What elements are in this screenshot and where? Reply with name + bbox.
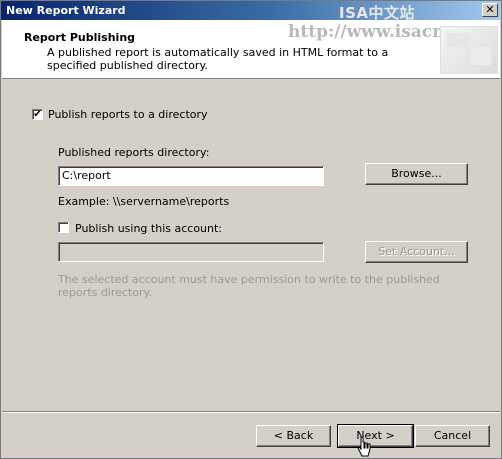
wizard-graphic-icon	[440, 26, 498, 74]
cancel-button[interactable]: Cancel	[415, 425, 490, 447]
checkmark-icon: ✔	[33, 109, 42, 120]
page-description: A published report is automatically save…	[47, 46, 389, 72]
account-note: The selected account must have permissio…	[58, 273, 440, 299]
publish-account-checkbox[interactable]	[58, 222, 69, 233]
wizard-header: http://www.isacn.org Report Publishing A…	[2, 20, 500, 79]
mouse-cursor-icon	[357, 436, 371, 457]
wizard-window: New Report Wizard ISA中文站 ✕ http://www.is…	[0, 0, 502, 459]
footer-separator	[2, 411, 500, 413]
window-title: New Report Wizard	[6, 4, 126, 17]
page-heading: Report Publishing	[24, 31, 136, 44]
next-button[interactable]: Next >	[337, 424, 414, 448]
publish-account-label[interactable]: Publish using this account:	[75, 222, 222, 235]
directory-example: Example: \\servername\reports	[58, 195, 230, 208]
directory-input[interactable]: C:\report	[58, 166, 324, 186]
publish-reports-label[interactable]: Publish reports to a directory	[48, 108, 208, 121]
directory-label: Published reports directory:	[58, 146, 210, 159]
set-account-button: Set Account...	[365, 241, 468, 263]
browse-button[interactable]: Browse...	[365, 163, 468, 185]
title-bar[interactable]: New Report Wizard ISA中文站 ✕	[1, 1, 501, 22]
account-input	[58, 242, 324, 262]
back-button[interactable]: < Back	[256, 425, 331, 447]
close-icon: ✕	[485, 3, 495, 16]
close-button[interactable]: ✕	[482, 3, 498, 17]
publish-reports-checkbox[interactable]: ✔	[32, 109, 43, 120]
